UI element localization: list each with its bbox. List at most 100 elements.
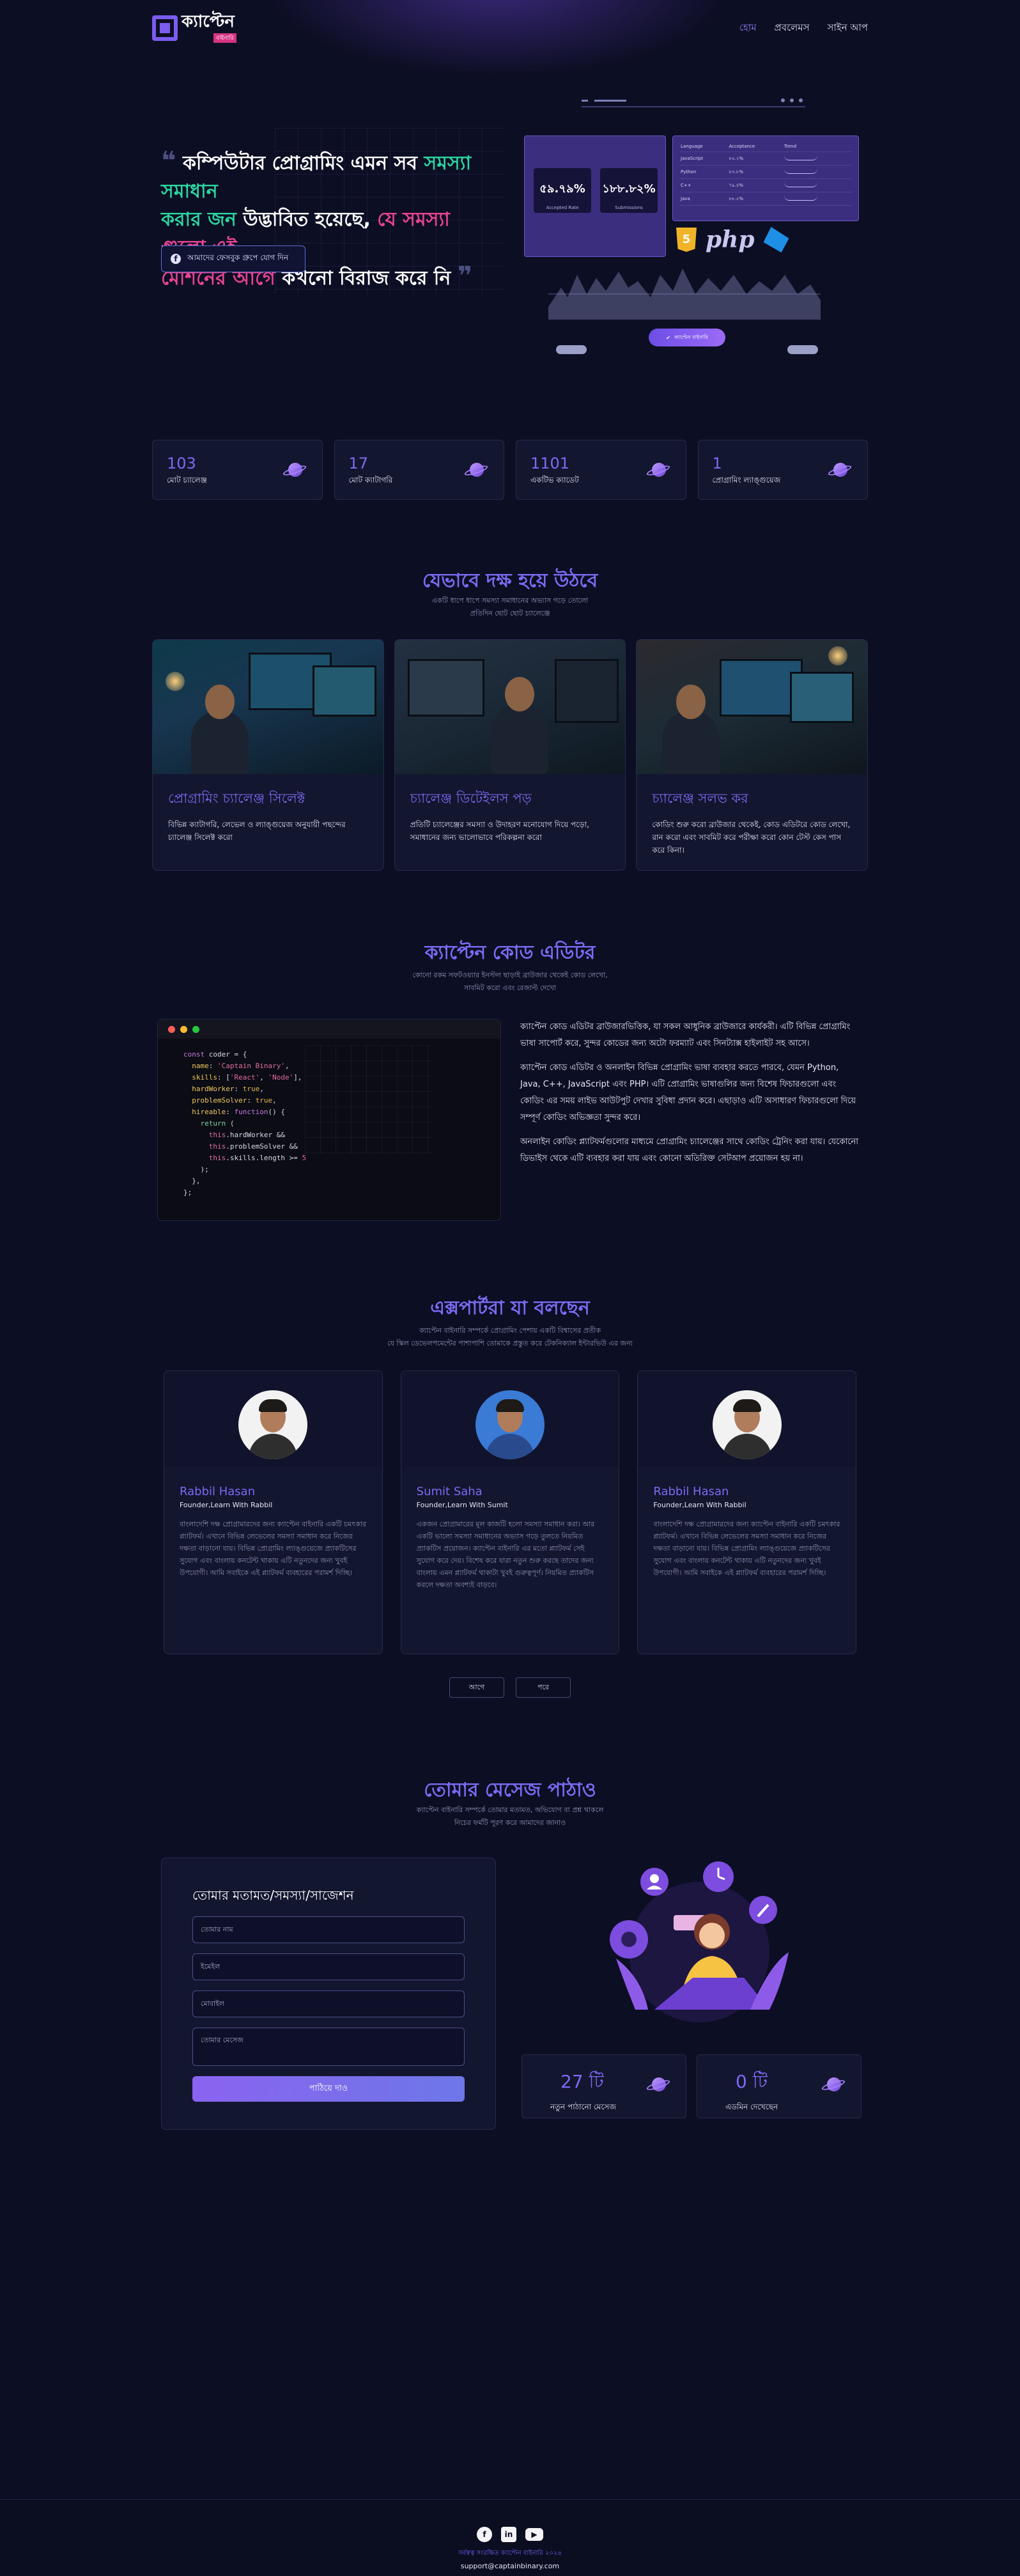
- testimonial-role: Founder,Learn With Rabbil: [180, 1501, 273, 1509]
- support-illustration: [610, 1861, 789, 2022]
- stat-card: 0 টি এডমিন দেখেছেন: [697, 2054, 862, 2118]
- next-button[interactable]: পরে: [516, 1677, 571, 1698]
- code-block: const coder = { name: 'Captain Binary', …: [183, 1050, 307, 1197]
- message-field[interactable]: তোমার মেসেজ: [192, 2028, 465, 2066]
- avatar: [238, 1390, 308, 1459]
- close-dot-icon: [168, 1025, 175, 1033]
- table-row: JavaScript ৮৫.২%: [679, 151, 852, 166]
- table-header: Acceptance: [727, 141, 783, 152]
- testimonial-card: Rabbil Hasan Founder,Learn With Rabbil ব…: [164, 1370, 383, 1654]
- support-email[interactable]: support@captainbinary.com: [0, 2562, 1020, 2570]
- nav-problems[interactable]: প্রবলেমস: [775, 20, 810, 36]
- testimonial-text: একজন প্রোগ্রামারের মূল কাজটি হলো সমস্যা …: [416, 1520, 595, 1589]
- facebook-icon[interactable]: f: [477, 2527, 492, 2542]
- testimonial-text: বাংলাদেশি দক্ষ প্রোগ্রামারদের জন্য ক্যাপ…: [653, 1520, 840, 1577]
- avatar: [475, 1390, 545, 1459]
- hero-section: ❝ কম্পিউটার প্রোগ্রামিং এমন সব সমস্যা সম…: [161, 147, 493, 293]
- solver-image: [637, 640, 868, 774]
- html5-icon: 5: [676, 228, 697, 252]
- journey-card[interactable]: প্রোগ্রামিং চ্যালেঞ্জ সিলেক্ট বিভিন্ন ক্…: [152, 639, 384, 871]
- stat-card: 103 মোট চ্যালেঞ্জ: [152, 440, 323, 500]
- tech-logos: 5 php: [676, 226, 789, 253]
- message-stats: 27 টি নতুন পাঠানো মেসেজ 0 টি এডমিন দেখেছ…: [522, 2054, 862, 2118]
- testimonial-text: বাংলাদেশি দক্ষ প্রোগ্রামারদের জন্য ক্যাপ…: [180, 1520, 367, 1577]
- planet-icon: [645, 2077, 671, 2093]
- top-navigation: ক্যাপ্টেন বাইনারি হোম প্রবলেমস সাইন আপ: [152, 10, 868, 46]
- stats-row: 103 মোট চ্যালেঞ্জ 17 মোট ক্যাটাগরি 1101 …: [152, 440, 868, 500]
- editor-titlebar: [158, 1020, 500, 1039]
- minimize-dot-icon: [180, 1025, 187, 1033]
- prev-button[interactable]: আগে: [449, 1677, 504, 1698]
- captain-binary-pill[interactable]: ✔ ক্যাপ্টেন বাইনারি: [649, 329, 725, 346]
- journey-subtitle: একটি ধাপে ধাপে সমস্যা সমাধানের অভ্যাস গড…: [431, 596, 589, 617]
- reader-image: [394, 640, 626, 774]
- copyright-text: সর্বস্বত্ব সংরক্ষিত ক্যাপ্টেন বাইনারি ২০…: [458, 2550, 562, 2557]
- editor-description: ক্যাপ্টেন কোড এডিটর ব্রাউজারভিত্তিক, যা …: [520, 1019, 859, 1175]
- activity-wave: [548, 268, 821, 320]
- accepted-rate-label: Accepted Rate: [546, 205, 579, 210]
- linkedin-icon[interactable]: in: [501, 2527, 516, 2542]
- contact-subtitle: ক্যাপ্টেন বাইনারি সম্পর্কে তোমার মতামত, …: [416, 1806, 604, 1827]
- brand-tag: বাইনারি: [213, 33, 236, 43]
- journey-card-text: বিভিন্ন ক্যাটাগরি, লেভেল ও ল্যাঙ্গুয়েজ …: [168, 820, 346, 842]
- nav-links: হোম প্রবলেমস সাইন আপ: [739, 20, 868, 36]
- send-button[interactable]: পাঠিয়ে দাও: [192, 2076, 465, 2102]
- editor-paragraph: অনলাইন কোডিং প্ল্যাটফর্মগুলোর মাধ্যমে প্…: [520, 1137, 859, 1163]
- facebook-button-label: আমাদের ফেসবুক গ্রুপে যোগ দিন: [187, 253, 289, 262]
- journey-card-title: প্রোগ্রামিং চ্যালেঞ্জ সিলেক্ট: [168, 791, 305, 806]
- facebook-group-button[interactable]: f আমাদের ফেসবুক গ্রুপে যোগ দিন: [161, 245, 305, 272]
- facebook-icon: f: [171, 254, 181, 264]
- stat-label: এডমিন দেখেছেন: [725, 2102, 778, 2111]
- journey-card-text: কোডিং শুরু করো ব্রাউজার থেকেই, কোড এডিটর…: [652, 820, 851, 855]
- capsule-left: [556, 345, 587, 354]
- testimonial-pager: আগে পরে: [0, 1677, 1020, 1698]
- coder-image: [153, 640, 383, 774]
- table-row: C++ ৭৯.৪%: [679, 178, 852, 192]
- browser-bar: [582, 95, 805, 107]
- submissions-label: Submissions: [615, 205, 643, 210]
- hero-text-1: কম্পিউটার প্রোগ্রামিং এমন সব: [182, 152, 424, 175]
- planet-icon: [827, 462, 853, 479]
- journey-title: যেভাবে দক্ষ হয়ে উঠবে: [422, 570, 598, 592]
- testimonial-name: Rabbil Hasan: [653, 1485, 729, 1498]
- table-row: Python ৮৩.৮%: [679, 165, 852, 179]
- check-icon: ✔: [666, 334, 670, 341]
- hero-highlight-2: করার জন: [161, 208, 236, 231]
- journey-cards: প্রোগ্রামিং চ্যালেঞ্জ সিলেক্ট বিভিন্ন ক্…: [152, 639, 869, 871]
- email-field[interactable]: ইমেইল: [192, 1953, 465, 1980]
- journey-card[interactable]: চ্যালেঞ্জ সলভ কর কোডিং শুরু করো ব্রাউজার…: [636, 639, 869, 871]
- form-title: তোমার মতামত/সমস্যা/সাজেশন: [192, 1888, 354, 1903]
- brand-logo[interactable]: ক্যাপ্টেন বাইনারি: [152, 13, 236, 43]
- hero-text-2: উদ্ভাবিত হয়েছে,: [236, 208, 378, 231]
- journey-card-text: প্রতিটি চ্যালেঞ্জের সমস্যা ও উদাহরণ মনোয…: [410, 820, 589, 842]
- planet-icon: [645, 462, 671, 479]
- language-panel: Language Acceptance Trend JavaScript ৮৫.২…: [672, 136, 859, 221]
- hero-background: [0, 0, 1020, 435]
- php-logo: php: [706, 226, 755, 253]
- testimonial-role: Founder,Learn With Sumit: [416, 1501, 508, 1509]
- social-links: f in ▶: [0, 2527, 1020, 2542]
- dart-icon: [763, 227, 789, 252]
- hero-illustration: ৫৯.৭৯% Accepted Rate ১৮৮.৮২% Submissions…: [524, 89, 863, 358]
- testimonials-title: এক্সপার্টরা যা বলছেন: [430, 1297, 590, 1319]
- testimonial-cards: Rabbil Hasan Founder,Learn With Rabbil ব…: [164, 1370, 857, 1654]
- language-table: Language Acceptance Trend JavaScript ৮৫.২…: [679, 141, 852, 206]
- stat-card: 27 টি নতুন পাঠানো মেসেজ: [522, 2054, 686, 2118]
- maximize-dot-icon: [192, 1025, 199, 1033]
- planet-icon: [463, 462, 489, 479]
- nav-signup[interactable]: সাইন আপ: [828, 20, 868, 36]
- youtube-icon[interactable]: ▶: [525, 2528, 543, 2541]
- submissions-box: ১৮৮.৮২% Submissions: [600, 168, 658, 213]
- planet-icon: [821, 2077, 846, 2093]
- testimonial-card: Sumit Saha Founder,Learn With Sumit একজন…: [400, 1370, 620, 1654]
- planet-icon: [281, 462, 307, 479]
- table-header: Trend: [782, 141, 852, 152]
- table-row: Java ৮৮.৫%: [679, 192, 852, 206]
- testimonial-name: Rabbil Hasan: [180, 1485, 256, 1498]
- journey-card[interactable]: চ্যালেঞ্জ ডিটেইলস পড় প্রতিটি চ্যালেঞ্জে…: [394, 639, 626, 871]
- nav-home[interactable]: হোম: [739, 20, 757, 36]
- phone-field[interactable]: মোবাইল: [192, 1990, 465, 2017]
- editor-title: ক্যাপ্টেন কোড এডিটর: [424, 942, 596, 964]
- name-field[interactable]: তোমার নাম: [192, 1916, 465, 1943]
- table-header: Language: [679, 141, 728, 152]
